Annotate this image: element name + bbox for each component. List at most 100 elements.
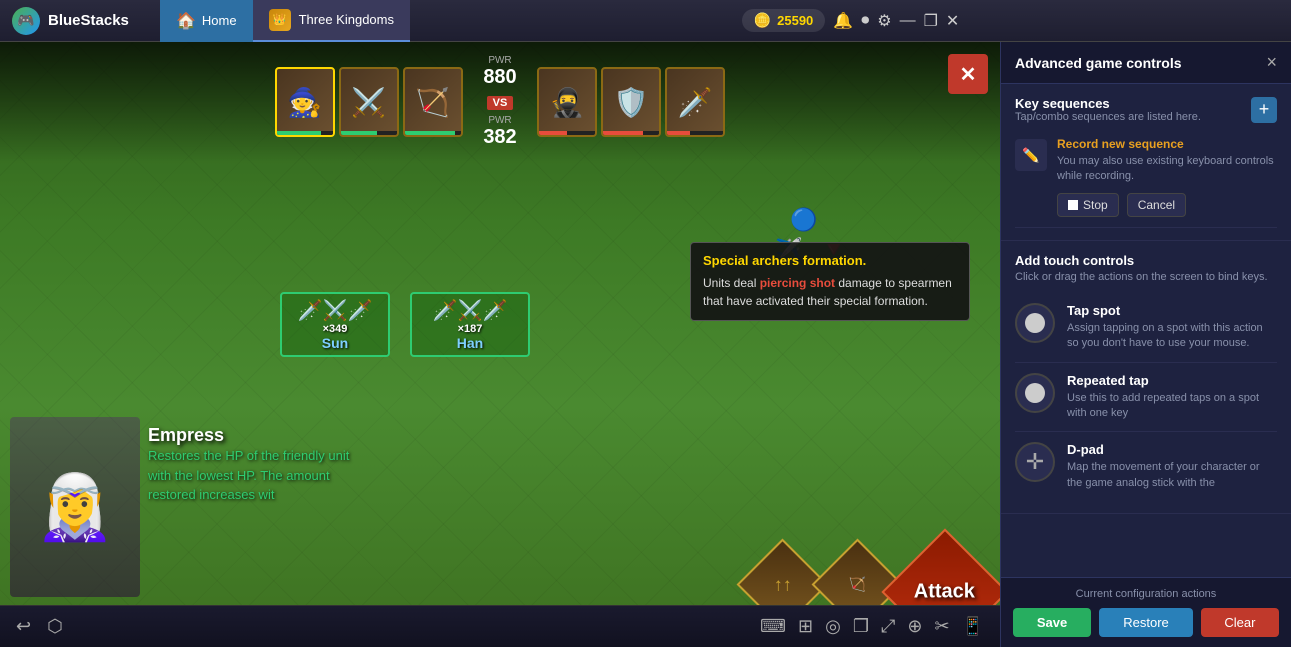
key-sequences-section: Key sequences Tap/combo sequences are li…	[1001, 84, 1291, 241]
repeated-tap-item[interactable]: Repeated tap Use this to add repeated ta…	[1015, 363, 1277, 433]
clear-button[interactable]: Clear	[1201, 608, 1279, 637]
minimize-icon[interactable]: —	[900, 12, 916, 30]
character-description: Restores the HP of the friendly unit wit…	[148, 446, 368, 505]
pwr-right-value: 382	[483, 126, 516, 149]
attack-text: Attack	[914, 580, 975, 603]
unit-sun-count: ×349	[286, 323, 384, 335]
pwr-left-label: PWR	[483, 55, 516, 66]
hero-portrait-2: ⚔️	[339, 67, 399, 137]
pwr-right-block: PWR 382	[483, 115, 516, 149]
pwr-left-value: 880	[483, 66, 516, 89]
hero-6-art: 🗡️	[678, 86, 713, 119]
repeated-tap-icon	[1015, 373, 1055, 413]
hero-portrait-6: 🗡️	[665, 67, 725, 137]
tap-spot-item[interactable]: Tap spot Assign tapping on a spot with t…	[1015, 293, 1277, 363]
close-x-icon[interactable]: ✕	[948, 54, 988, 94]
tooltip-title: Special archers formation.	[703, 253, 957, 268]
record-actions: Stop Cancel	[1057, 193, 1277, 217]
tooltip-body1: Units deal	[703, 276, 760, 290]
add-sequence-button[interactable]: +	[1251, 97, 1277, 123]
record-sequence-content: Record new sequence You may also use exi…	[1057, 137, 1277, 217]
scissors-toolbar-icon[interactable]: ✂	[934, 616, 949, 637]
tab-home[interactable]: 🏠 Home	[160, 0, 253, 42]
right-panel: Advanced game controls × Key sequences T…	[1000, 42, 1291, 647]
mobile-toolbar-icon[interactable]: 📱	[962, 616, 984, 637]
unit-sun-sprites: 🗡️⚔️🗡️	[286, 298, 384, 323]
game-tab-icon: 👑	[269, 9, 291, 31]
coins-display: 🪙 25590	[742, 9, 826, 32]
save-button[interactable]: Save	[1013, 608, 1091, 637]
repeated-tap-circle	[1025, 383, 1045, 403]
repeated-tap-content: Repeated tap Use this to add repeated ta…	[1067, 373, 1277, 422]
settings-icon[interactable]: ⚙	[877, 11, 891, 31]
record-sequence-icon: ✏️	[1015, 139, 1047, 171]
record-sequence-item: ✏️ Record new sequence You may also use …	[1015, 127, 1277, 228]
character-text: Empress Restores the HP of the friendly …	[140, 417, 376, 513]
tap-spot-icon	[1015, 303, 1055, 343]
bell-icon[interactable]: 🔔	[833, 11, 853, 31]
touch-controls-section: Add touch controls Click or drag the act…	[1001, 241, 1291, 514]
dpad-item[interactable]: ✛ D-pad Map the movement of your charact…	[1015, 432, 1277, 501]
screen-toolbar-icon[interactable]: ⊞	[798, 616, 813, 637]
key-sequences-title: Key sequences	[1015, 96, 1201, 111]
team-left: 🧙 ⚔️ 🏹	[275, 67, 463, 137]
stop-button[interactable]: Stop	[1057, 193, 1119, 217]
title-bar-center: 🪙 25590 🔔 ⏺ ⚙ — ❐ ✕	[410, 9, 1291, 32]
bottom-toolbar: ↩ ⬡ ⌨ ⊞ ◎ ❐ ⤢ ⊕ ✂ 📱	[0, 605, 1000, 647]
view-toolbar-icon[interactable]: ◎	[825, 616, 841, 637]
game-tab-label: Three Kingdoms	[299, 12, 394, 27]
dpad-symbol: ✛	[1026, 449, 1044, 475]
team-right: 🥷 🛡️ 🗡️	[537, 67, 725, 137]
hero-2-art: ⚔️	[351, 86, 386, 119]
record-sequence-title: Record new sequence	[1057, 137, 1277, 151]
dpad-icon: ✛	[1015, 442, 1055, 482]
restore-window-icon[interactable]: ❐	[924, 11, 938, 31]
panel-close-icon[interactable]: ×	[1266, 52, 1277, 73]
keyboard-toolbar-icon[interactable]: ⌨	[760, 616, 786, 637]
character-info: 🧝‍♀️ Empress Restores the HP of the frie…	[10, 417, 376, 597]
panel-scrollable[interactable]: Key sequences Tap/combo sequences are li…	[1001, 84, 1291, 577]
pwr-left-block: PWR 880	[483, 55, 516, 89]
close-window-icon[interactable]: ✕	[946, 11, 959, 31]
bluestacks-logo: 🎮	[12, 7, 40, 35]
stop-label: Stop	[1083, 198, 1108, 212]
panel-bottom: Current configuration actions Save Resto…	[1001, 577, 1291, 647]
stop-square-icon	[1068, 200, 1078, 210]
coin-icon: 🪙	[754, 12, 771, 29]
coins-value: 25590	[777, 13, 813, 28]
back-icon[interactable]: ↩	[16, 616, 31, 637]
vs-text: VS	[487, 96, 514, 110]
unit-sun-name: Sun	[286, 335, 384, 351]
tap-spot-desc: Assign tapping on a spot with this actio…	[1067, 321, 1277, 352]
bluestacks-brand: BlueStacks	[48, 12, 129, 29]
record-icon[interactable]: ⏺	[861, 12, 869, 30]
unit-han-sprites: 🗡️⚔️🗡️	[416, 298, 524, 323]
dpad-desc: Map the movement of your character or th…	[1067, 460, 1277, 491]
character-name: Empress	[148, 425, 368, 446]
copy-toolbar-icon[interactable]: ❐	[853, 616, 869, 637]
dpad-title: D-pad	[1067, 442, 1277, 457]
unit-sun: 🗡️⚔️🗡️ ×349 Sun	[280, 292, 390, 357]
hero-5-art: 🛡️	[614, 86, 649, 119]
pwr-right-label: PWR	[483, 115, 516, 126]
home-tab-label: Home	[202, 13, 237, 28]
cancel-button[interactable]: Cancel	[1127, 193, 1186, 217]
tap-spot-title: Tap spot	[1067, 303, 1277, 318]
hero-portrait-4: 🥷	[537, 67, 597, 137]
hero-3-art: 🏹	[415, 86, 450, 119]
character-art: 🧝‍♀️	[10, 417, 140, 597]
home-toolbar-icon[interactable]: ⬡	[47, 616, 63, 637]
repeated-tap-desc: Use this to add repeated taps on a spot …	[1067, 391, 1277, 422]
touch-controls-title: Add touch controls	[1015, 253, 1277, 268]
panel-header: Advanced game controls ×	[1001, 42, 1291, 84]
map-icon-arrow-up: 🔵	[790, 207, 817, 233]
location-toolbar-icon[interactable]: ⊕	[907, 616, 922, 637]
key-sequences-subtitle: Tap/combo sequences are listed here.	[1015, 111, 1201, 123]
game-viewport[interactable]: 🧙 ⚔️ 🏹 PWR 880 VS	[0, 42, 1000, 647]
close-battle-button[interactable]: ✕	[948, 54, 988, 94]
config-actions-title: Current configuration actions	[1013, 588, 1279, 600]
tab-game[interactable]: 👑 Three Kingdoms	[253, 0, 410, 42]
hero-1-art: 🧙	[287, 86, 322, 119]
restore-button[interactable]: Restore	[1099, 608, 1193, 637]
expand-toolbar-icon[interactable]: ⤢	[881, 616, 895, 637]
